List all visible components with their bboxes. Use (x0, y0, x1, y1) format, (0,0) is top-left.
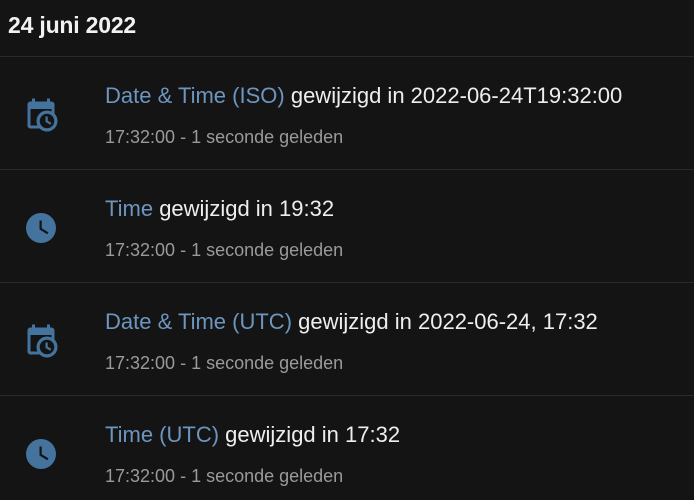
entry-change-text: gewijzigd in 17:32 (219, 422, 401, 447)
entry-timestamp: 17:32:00 - 1 seconde geleden (105, 240, 344, 260)
entry-timestamp: 17:32:00 - 1 seconde geleden (105, 466, 344, 486)
logbook-entry: Time (UTC) gewijzigd in 17:32 17:32:00 -… (0, 396, 694, 500)
entry-message: Time gewijzigd in 19:32 (105, 196, 334, 222)
entry-change-text: gewijzigd in 19:32 (153, 196, 335, 221)
logbook-entry: Date & Time (UTC) gewijzigd in 2022-06-2… (0, 283, 694, 396)
entity-link[interactable]: Time (UTC) (105, 422, 219, 447)
entry-timestamp: 17:32:00 - 1 seconde geleden (105, 127, 344, 147)
clock-icon (23, 210, 59, 246)
calendar-clock-icon (23, 323, 59, 359)
clock-icon (23, 436, 59, 472)
entity-link[interactable]: Time (105, 196, 153, 221)
logbook-entry: Time gewijzigd in 19:32 17:32:00 - 1 sec… (0, 170, 694, 283)
entry-change-text: gewijzigd in 2022-06-24T19:32:00 (284, 83, 623, 108)
entry-message: Time (UTC) gewijzigd in 17:32 (105, 422, 400, 448)
entry-change-text: gewijzigd in 2022-06-24, 17:32 (292, 309, 598, 334)
date-header: 24 juni 2022 (0, 0, 694, 57)
entity-link[interactable]: Date & Time (UTC) (105, 309, 292, 334)
entry-message: Date & Time (ISO) gewijzigd in 2022-06-2… (105, 83, 622, 109)
calendar-clock-icon (23, 97, 59, 133)
entity-link[interactable]: Date & Time (ISO) (105, 83, 285, 108)
logbook-page: 24 juni 2022 Date & Time (ISO) gewijzigd… (0, 0, 694, 500)
entry-message: Date & Time (UTC) gewijzigd in 2022-06-2… (105, 309, 598, 335)
entry-timestamp: 17:32:00 - 1 seconde geleden (105, 353, 344, 373)
logbook-entry: Date & Time (ISO) gewijzigd in 2022-06-2… (0, 57, 694, 170)
